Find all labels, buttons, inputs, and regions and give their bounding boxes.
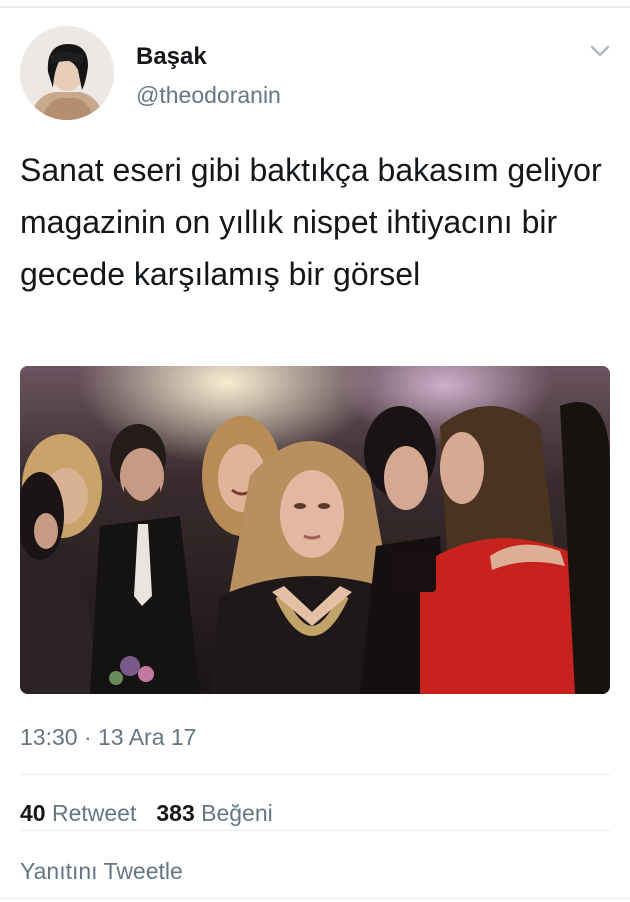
- tweet-text: Sanat eseri gibi baktıkça bakasım geliyo…: [20, 152, 602, 292]
- retweets-label: Retweet: [51, 800, 137, 826]
- likes-count: 383: [156, 800, 195, 826]
- retweets-count: 40: [20, 800, 46, 826]
- likes-link[interactable]: 383 Beğeni: [156, 800, 272, 826]
- photo-image: [20, 366, 610, 694]
- retweets-link[interactable]: 40 Retweet: [20, 800, 136, 826]
- author-display-name[interactable]: Başak: [136, 42, 281, 72]
- tweet-header: Başak @theodoranin: [20, 26, 614, 122]
- divider: [20, 830, 610, 831]
- author-handle[interactable]: @theodoranin: [136, 80, 281, 110]
- divider: [20, 774, 610, 775]
- tweet-media-photo[interactable]: [20, 366, 610, 694]
- tweet-stats: 40 Retweet 383 Beğeni: [20, 798, 273, 828]
- avatar[interactable]: [20, 26, 114, 120]
- likes-label: Beğeni: [201, 800, 273, 826]
- top-divider: [0, 6, 630, 8]
- reply-input[interactable]: Yanıtını Tweetle: [20, 856, 183, 886]
- divider: [0, 898, 630, 899]
- profile-avatar-icon: [20, 26, 114, 120]
- chevron-down-icon[interactable]: [588, 42, 612, 62]
- tweet-timestamp[interactable]: 13:30 · 13 Ara 17: [20, 722, 196, 752]
